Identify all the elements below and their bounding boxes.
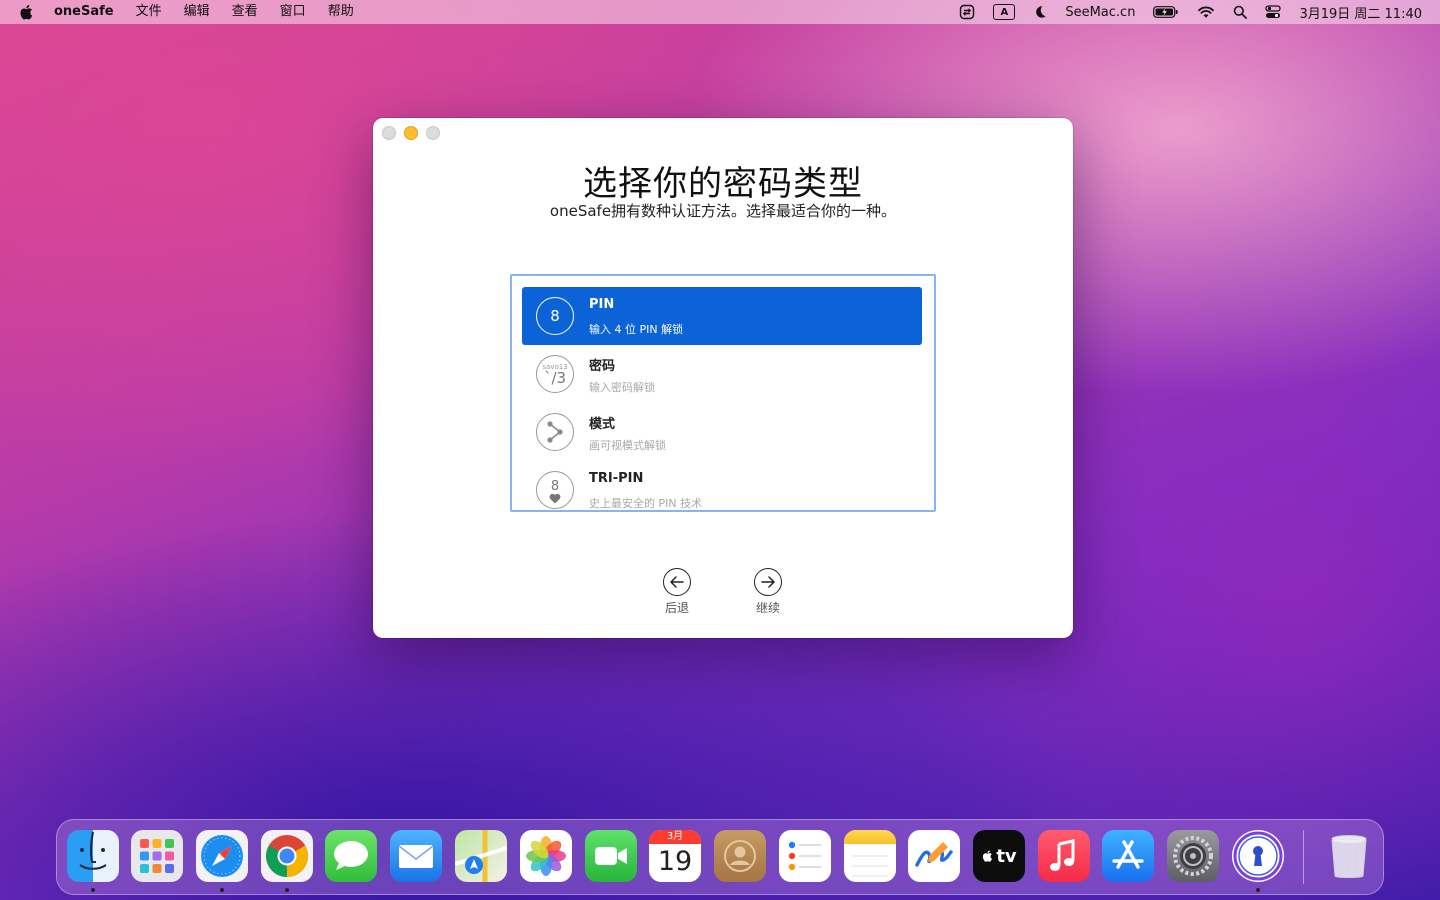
arrow-right-icon bbox=[754, 568, 782, 596]
option-description: 输入密码解锁 bbox=[589, 381, 655, 394]
safari-icon[interactable] bbox=[196, 830, 248, 882]
page-title: 选择你的密码类型 bbox=[583, 164, 863, 204]
option-title: 模式 bbox=[589, 417, 616, 432]
app-store-icon[interactable] bbox=[1102, 830, 1154, 882]
pattern-path-icon bbox=[536, 413, 574, 451]
freeform-icon[interactable] bbox=[908, 830, 960, 882]
chrome-icon[interactable] bbox=[261, 830, 313, 882]
minimize-button[interactable] bbox=[404, 126, 418, 140]
photos-icon[interactable] bbox=[520, 830, 572, 882]
option-title: TRI-PIN bbox=[589, 471, 644, 486]
apple-menu-icon[interactable] bbox=[18, 3, 36, 21]
tri-pin-icon: 8 bbox=[536, 471, 574, 509]
close-button[interactable] bbox=[382, 126, 396, 140]
continue-label: 继续 bbox=[755, 601, 780, 615]
menu-edit[interactable]: 编辑 bbox=[173, 0, 221, 24]
finder-running-indicator bbox=[91, 888, 95, 892]
calendar-icon[interactable]: 3月 19 bbox=[649, 830, 701, 882]
option-password[interactable]: savo13 `/3 密码 输入密码解锁 bbox=[522, 345, 922, 403]
trash-icon[interactable] bbox=[1323, 830, 1375, 882]
control-center-icon[interactable] bbox=[1265, 4, 1282, 20]
focus-moon-icon[interactable] bbox=[1033, 5, 1047, 19]
tv-label: tv bbox=[996, 845, 1017, 867]
page-subtitle: oneSafe拥有数种认证方法。选择最适合你的一种。 bbox=[549, 202, 897, 220]
wifi-icon[interactable] bbox=[1197, 5, 1215, 19]
reminders-icon[interactable] bbox=[779, 830, 831, 882]
back-label: 后退 bbox=[664, 601, 689, 615]
apple-tv-icon[interactable]: tv bbox=[973, 830, 1025, 882]
tri-pin-digit: 8 bbox=[550, 479, 560, 494]
menu-bar: oneSafe 文件 编辑 查看 窗口 帮助 A SeeMac.cn 3月19日… bbox=[0, 0, 1440, 24]
option-tri-pin[interactable]: 8 TRI-PIN 史上最安全的 PIN 技术 bbox=[522, 461, 922, 510]
menu-view[interactable]: 查看 bbox=[221, 0, 269, 24]
notes-icon[interactable] bbox=[844, 830, 896, 882]
mail-icon[interactable] bbox=[390, 830, 442, 882]
continue-button[interactable]: 继续 bbox=[738, 568, 798, 616]
password-type-list[interactable]: 8 PIN 输入 4 位 PIN 解锁 savo13 `/3 密码 输入密码解锁… bbox=[510, 274, 936, 512]
maps-icon[interactable] bbox=[455, 830, 507, 882]
apple-logo-icon bbox=[983, 850, 993, 862]
calendar-day: 19 bbox=[657, 846, 693, 877]
dock-separator bbox=[1303, 830, 1304, 884]
heart-icon bbox=[549, 493, 561, 504]
back-button[interactable]: 后退 bbox=[647, 568, 707, 616]
menu-app-name[interactable]: oneSafe bbox=[52, 0, 125, 24]
option-description: 输入 4 位 PIN 解锁 bbox=[589, 323, 684, 336]
option-description: 史上最安全的 PIN 技术 bbox=[589, 497, 703, 510]
zoom-button[interactable] bbox=[426, 126, 440, 140]
menu-file[interactable]: 文件 bbox=[125, 0, 173, 24]
option-pattern[interactable]: 模式 画可视模式解锁 bbox=[522, 403, 922, 461]
onesafe-setup-window: 选择你的密码类型 oneSafe拥有数种认证方法。选择最适合你的一种。 8 PI… bbox=[373, 118, 1073, 638]
arrow-left-icon bbox=[663, 568, 691, 596]
option-title: 密码 bbox=[589, 359, 616, 374]
clock[interactable]: 3月19日 周二 11:40 bbox=[1299, 3, 1422, 22]
option-description: 画可视模式解锁 bbox=[589, 439, 666, 452]
calendar-month: 3月 bbox=[649, 830, 701, 844]
onesafe-running-indicator bbox=[1256, 888, 1260, 892]
pin-digit-icon: 8 bbox=[536, 297, 574, 335]
messages-icon[interactable] bbox=[325, 830, 377, 882]
menu-help[interactable]: 帮助 bbox=[317, 0, 365, 24]
battery-icon[interactable] bbox=[1153, 5, 1179, 19]
option-title: PIN bbox=[589, 297, 615, 312]
window-controls bbox=[382, 126, 448, 140]
chrome-running-indicator bbox=[285, 888, 289, 892]
clipboard-sync-icon[interactable] bbox=[959, 4, 975, 20]
system-settings-icon[interactable] bbox=[1167, 830, 1219, 882]
contacts-icon[interactable] bbox=[714, 830, 766, 882]
launchpad-icon[interactable] bbox=[131, 830, 183, 882]
music-icon[interactable] bbox=[1038, 830, 1090, 882]
input-source-icon[interactable]: A bbox=[993, 4, 1016, 20]
finder-icon[interactable] bbox=[67, 830, 119, 882]
onesafe-app-icon[interactable] bbox=[1232, 830, 1284, 882]
menu-window[interactable]: 窗口 bbox=[269, 0, 317, 24]
option-pin[interactable]: 8 PIN 输入 4 位 PIN 解锁 bbox=[522, 287, 922, 345]
spotlight-search-icon[interactable] bbox=[1233, 5, 1248, 19]
dock: 3月 19 tv bbox=[56, 819, 1384, 895]
facetime-icon[interactable] bbox=[585, 830, 637, 882]
password-icon-text: `/3 bbox=[543, 369, 567, 387]
password-text-icon: savo13 `/3 bbox=[536, 355, 574, 393]
safari-running-indicator bbox=[220, 888, 224, 892]
brand-label[interactable]: SeeMac.cn bbox=[1065, 5, 1135, 20]
